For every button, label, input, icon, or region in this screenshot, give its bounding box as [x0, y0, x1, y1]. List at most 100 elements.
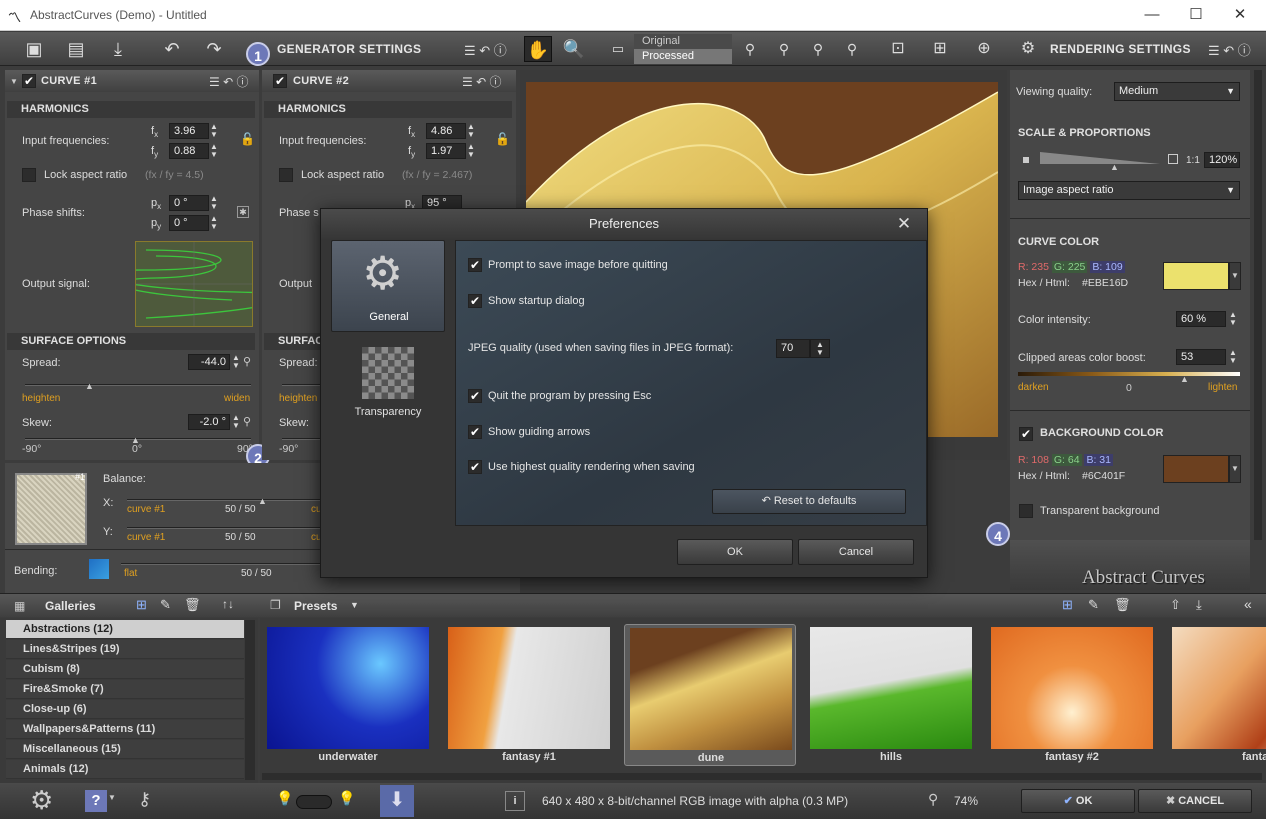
- curve2-harmonics-section[interactable]: HARMONICS: [264, 101, 512, 118]
- phase-link-icon[interactable]: ✱: [237, 206, 249, 218]
- lock-icon[interactable]: 🔓: [240, 132, 255, 146]
- curve-color-swatch[interactable]: [1163, 262, 1229, 290]
- dialog-ok-button[interactable]: OK: [677, 539, 793, 565]
- hand-tool-icon[interactable]: ✋: [524, 36, 552, 62]
- collapse-arrow-icon[interactable]: ▼: [10, 77, 18, 86]
- preset-import-icon[interactable]: ⇧: [1170, 597, 1181, 613]
- help-icon[interactable]: ?: [85, 790, 107, 812]
- fit-image-icon[interactable]: ⊡: [884, 36, 912, 62]
- fx-input[interactable]: 3.96: [169, 123, 209, 139]
- intensity-input[interactable]: 60 %: [1176, 311, 1226, 327]
- guiding-arrows-checkbox[interactable]: [468, 425, 482, 439]
- bg-color-swatch[interactable]: [1163, 455, 1229, 483]
- fy-input[interactable]: 0.88: [169, 143, 209, 159]
- main-cancel-button[interactable]: ✖ CANCEL: [1138, 789, 1252, 813]
- remove-point-icon[interactable]: ⚲: [770, 36, 798, 62]
- scale-slider-thumb[interactable]: ▲: [1110, 162, 1119, 172]
- spread-zoom-icon[interactable]: ⚲: [243, 355, 251, 368]
- scale-slider[interactable]: [1040, 152, 1160, 164]
- rendering-menu-icon[interactable]: ☰ ↶ ⓘ: [1208, 40, 1251, 59]
- image-view-icon[interactable]: ▭: [604, 36, 632, 62]
- generator-menu-icon[interactable]: ☰ ↶ ⓘ: [464, 40, 507, 59]
- spread-stepper[interactable]: ▲ ▼: [232, 354, 240, 370]
- tips-toggle[interactable]: [296, 795, 332, 809]
- boost-stepper[interactable]: ▲ ▼: [1229, 349, 1237, 365]
- preset-edit-icon[interactable]: ✎: [1088, 597, 1099, 613]
- gallery-move-icon[interactable]: ↑↓: [222, 597, 234, 611]
- fx-stepper[interactable]: ▲ ▼: [210, 123, 218, 139]
- lock-aspect-checkbox[interactable]: [22, 168, 36, 182]
- skew-stepper[interactable]: ▲ ▼: [232, 414, 240, 430]
- undo-icon[interactable]: ↶: [158, 36, 186, 62]
- key-icon[interactable]: ⚷: [138, 789, 151, 810]
- boost-slider[interactable]: [1018, 372, 1240, 376]
- preset-item[interactable]: fantasy #1: [443, 624, 615, 766]
- gallery-item[interactable]: Lines&Stripes (19): [6, 640, 244, 659]
- add-point-icon[interactable]: ⚲: [736, 36, 764, 62]
- dialog-close-icon[interactable]: ✕: [893, 213, 915, 235]
- presets-collapse-icon[interactable]: «: [1244, 596, 1252, 612]
- background-color-checkbox[interactable]: [1019, 427, 1033, 441]
- open-folder-icon[interactable]: ▤: [62, 36, 90, 62]
- hq-rendering-option[interactable]: Use highest quality rendering when savin…: [468, 460, 695, 474]
- spread-input[interactable]: -44.0: [188, 354, 230, 370]
- surface-options-section[interactable]: SURFACE OPTIONS: [7, 333, 255, 350]
- curve2-lock-icon[interactable]: 🔓: [495, 132, 510, 146]
- boost-input[interactable]: 53: [1176, 349, 1226, 365]
- fullscreen-icon[interactable]: ⊞: [926, 36, 954, 62]
- quit-esc-checkbox[interactable]: [468, 389, 482, 403]
- zoom-input[interactable]: 120%: [1204, 152, 1240, 168]
- preset-scrollbar[interactable]: [262, 773, 1262, 780]
- gallery-scrollbar[interactable]: [245, 620, 255, 780]
- curve-color-dropdown-icon[interactable]: ▼: [1229, 262, 1241, 290]
- center-view-icon[interactable]: ⊕: [970, 36, 998, 62]
- boost-slider-thumb[interactable]: ▲: [1180, 374, 1189, 384]
- prompt-save-option[interactable]: Prompt to save image before quitting: [468, 258, 668, 272]
- curve1-menu-icon[interactable]: ☰ ↶ ⓘ: [209, 73, 248, 90]
- gallery-item[interactable]: Wallpapers&Patterns (11): [6, 720, 244, 739]
- viewing-quality-select[interactable]: Medium ▼: [1114, 82, 1240, 101]
- harmonics-section[interactable]: HARMONICS: [7, 101, 255, 118]
- preset-add-icon[interactable]: ⊞: [1062, 597, 1073, 613]
- intensity-stepper[interactable]: ▲ ▼: [1229, 311, 1237, 327]
- startup-dialog-option[interactable]: Show startup dialog: [468, 294, 585, 308]
- spread-slider[interactable]: [25, 384, 251, 386]
- curve2-lock-aspect-checkbox[interactable]: [279, 168, 293, 182]
- presets-dropdown-icon[interactable]: ▼: [350, 600, 359, 610]
- gallery-add-icon[interactable]: ⊞: [136, 597, 147, 613]
- help-dropdown-icon[interactable]: ▼: [108, 793, 116, 802]
- curve2-fx-stepper[interactable]: ▲ ▼: [467, 123, 475, 139]
- zoom-tool-icon[interactable]: 🔍: [560, 36, 588, 62]
- preset-export-icon[interactable]: ⤓: [1196, 597, 1202, 613]
- preset-item[interactable]: fantasy #2: [986, 624, 1158, 766]
- rendering-scrollbar[interactable]: [1254, 70, 1262, 540]
- gallery-item[interactable]: Cubism (8): [6, 660, 244, 679]
- jpeg-quality-input[interactable]: 70: [776, 339, 810, 358]
- fy-stepper[interactable]: ▲ ▼: [210, 143, 218, 159]
- redo-icon[interactable]: ↷: [200, 36, 228, 62]
- startup-dialog-checkbox[interactable]: [468, 294, 482, 308]
- transparent-bg-checkbox[interactable]: [1019, 504, 1033, 518]
- bending-slider[interactable]: [121, 563, 321, 565]
- preset-item[interactable]: fantas: [1167, 624, 1266, 766]
- prompt-save-checkbox[interactable]: [468, 258, 482, 272]
- minimize-button[interactable]: —: [1130, 0, 1174, 31]
- guiding-arrows-option[interactable]: Show guiding arrows: [468, 425, 590, 439]
- download-arrow-icon[interactable]: ⬇: [380, 785, 414, 817]
- curve2-fy-input[interactable]: 1.97: [426, 143, 466, 159]
- preset-item[interactable]: underwater: [262, 624, 434, 766]
- clear-points-icon[interactable]: ⚲: [804, 36, 832, 62]
- curve2-fx-input[interactable]: 4.86: [426, 123, 466, 139]
- curve2-fy-stepper[interactable]: ▲ ▼: [467, 143, 475, 159]
- tab-general[interactable]: ⚙ General: [331, 240, 445, 332]
- reset-defaults-button[interactable]: ↶ Reset to defaults: [712, 489, 906, 514]
- curve2-enable-checkbox[interactable]: [273, 74, 287, 88]
- aspect-ratio-select[interactable]: Image aspect ratio ▼: [1018, 181, 1240, 200]
- balance-x-slider[interactable]: [127, 499, 327, 501]
- tab-transparency[interactable]: Transparency: [331, 344, 445, 424]
- skew-input[interactable]: -2.0 °: [188, 414, 230, 430]
- preset-item[interactable]: hills: [805, 624, 977, 766]
- bg-color-dropdown-icon[interactable]: ▼: [1229, 455, 1241, 483]
- px-input[interactable]: 0 °: [169, 195, 209, 211]
- close-window-button[interactable]: ✕: [1218, 0, 1262, 31]
